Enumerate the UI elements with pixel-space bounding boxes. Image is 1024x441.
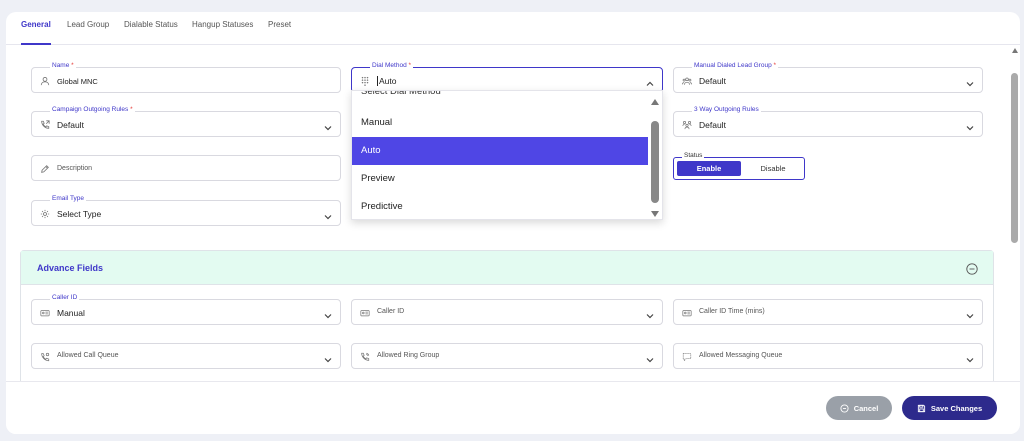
campaign-form-card: General Lead Group Dialable Status Hangu… xyxy=(6,12,1020,434)
dial-method-dropdown: Select Dial Method Manual Auto Preview P… xyxy=(351,90,663,220)
dropdown-option[interactable]: Manual xyxy=(352,109,648,137)
dial-method-value[interactable]: Auto xyxy=(377,76,397,86)
save-changes-button[interactable]: Save Changes xyxy=(902,396,997,420)
chevron-down-icon[interactable] xyxy=(965,76,975,87)
allowed-messaging-queue-placeholder: Allowed Messaging Queue xyxy=(699,352,783,359)
chevron-down-icon[interactable] xyxy=(323,120,333,131)
dropdown-option[interactable]: Preview xyxy=(352,165,648,193)
manual-lead-group-select[interactable]: Manual Dialed Lead Group * Default xyxy=(673,62,983,93)
allowed-call-queue-placeholder: Allowed Call Queue xyxy=(57,352,119,359)
allowed-ring-group-select[interactable]: Allowed Ring Group xyxy=(351,343,663,369)
dropdown-option-selected[interactable]: Auto xyxy=(352,137,648,165)
campaign-outgoing-rules-select[interactable]: Campaign Outgoing Rules * Default xyxy=(31,106,341,137)
chevron-up-icon[interactable] xyxy=(645,76,655,86)
advance-fields-title: Advance Fields xyxy=(37,263,104,273)
chevron-down-icon[interactable] xyxy=(323,352,333,363)
email-type-label: Email Type xyxy=(50,195,87,203)
status-label: Status xyxy=(682,152,705,160)
phone-outgoing-icon xyxy=(39,119,50,130)
conference-icon xyxy=(681,119,692,130)
caller-id-field[interactable]: Caller ID xyxy=(351,299,663,325)
status-disable-option[interactable]: Disable xyxy=(744,161,802,176)
caller-id-select-value: Manual xyxy=(57,308,85,318)
dropdown-scroll-down-arrow[interactable] xyxy=(651,211,659,217)
three-way-outgoing-rules-select[interactable]: 3 Way Outgoing Rules Default xyxy=(673,106,983,137)
tab-bar: General Lead Group Dialable Status Hangu… xyxy=(6,12,1020,45)
manual-lead-group-value: Default xyxy=(699,76,726,86)
dropdown-scrollbar[interactable] xyxy=(648,91,662,219)
cancel-circle-icon xyxy=(840,403,849,413)
email-type-value: Select Type xyxy=(57,209,102,219)
tab-lead-group[interactable]: Lead Group xyxy=(67,20,109,45)
group-icon xyxy=(681,75,692,86)
id-card-icon xyxy=(359,307,370,318)
chevron-down-icon[interactable] xyxy=(645,308,655,319)
chevron-down-icon[interactable] xyxy=(323,308,333,319)
tab-dialable-status[interactable]: Dialable Status xyxy=(124,20,178,45)
allowed-call-queue-select[interactable]: Allowed Call Queue xyxy=(31,343,341,369)
email-type-select[interactable]: Email Type Select Type xyxy=(31,195,341,226)
dropdown-scroll-thumb[interactable] xyxy=(651,121,659,203)
name-value: Global MNC xyxy=(57,77,98,86)
allowed-ring-group-placeholder: Allowed Ring Group xyxy=(377,352,440,359)
form-footer: Cancel Save Changes xyxy=(6,381,1020,434)
edit-note-icon xyxy=(39,163,50,174)
call-queue-icon xyxy=(39,351,50,362)
status-toggle: Status Enable Disable xyxy=(673,152,805,180)
cancel-label: Cancel xyxy=(853,403,879,413)
status-enable-option[interactable]: Enable xyxy=(677,161,741,176)
tab-preset[interactable]: Preset xyxy=(268,20,291,45)
cancel-button[interactable]: Cancel xyxy=(826,396,892,420)
page-scrollbar[interactable] xyxy=(1010,45,1020,395)
chevron-down-icon[interactable] xyxy=(965,120,975,131)
user-icon xyxy=(39,75,50,86)
dialpad-icon xyxy=(359,75,370,86)
scroll-up-arrow[interactable] xyxy=(1012,48,1018,53)
caller-id-select[interactable]: Caller ID Manual xyxy=(31,294,341,325)
settings-gear-icon xyxy=(39,208,50,219)
id-card-icon xyxy=(39,307,50,318)
message-icon xyxy=(681,351,692,362)
allowed-messaging-queue-select[interactable]: Allowed Messaging Queue xyxy=(673,343,983,369)
three-way-outgoing-rules-label: 3 Way Outgoing Rules xyxy=(692,106,761,114)
advance-fields-header[interactable]: Advance Fields xyxy=(21,251,993,285)
tab-general[interactable]: General xyxy=(21,20,51,45)
description-placeholder: Description xyxy=(57,165,93,172)
caller-id-time-placeholder: Caller ID Time (mins) xyxy=(699,308,765,315)
description-field[interactable]: Description xyxy=(31,155,341,181)
collapse-minus-icon[interactable] xyxy=(966,262,978,275)
save-changes-label: Save Changes xyxy=(930,403,983,413)
name-field[interactable]: Name * Global MNC xyxy=(31,62,341,93)
chevron-down-icon[interactable] xyxy=(965,308,975,319)
dial-method-label: Dial Method * xyxy=(370,62,414,70)
campaign-outgoing-rules-value: Default xyxy=(57,120,84,130)
caller-id-time-field[interactable]: Caller ID Time (mins) xyxy=(673,299,983,325)
chevron-down-icon[interactable] xyxy=(965,352,975,363)
manual-lead-group-label: Manual Dialed Lead Group * xyxy=(692,62,779,70)
chevron-down-icon[interactable] xyxy=(323,209,333,220)
save-disk-icon xyxy=(917,404,925,412)
dropdown-option[interactable]: Predictive xyxy=(352,193,648,219)
id-card-icon xyxy=(681,307,692,318)
scroll-thumb[interactable] xyxy=(1011,73,1018,243)
phone-ring-icon xyxy=(359,351,370,362)
campaign-outgoing-rules-label: Campaign Outgoing Rules * xyxy=(50,106,135,114)
caller-id-placeholder: Caller ID xyxy=(377,308,405,315)
caller-id-label: Caller ID xyxy=(50,294,80,302)
tab-hangup-statuses[interactable]: Hangup Statuses xyxy=(192,20,253,45)
dropdown-scroll-up-arrow[interactable] xyxy=(651,99,659,105)
three-way-outgoing-rules-value: Default xyxy=(699,120,726,130)
name-label: Name * xyxy=(50,62,76,70)
chevron-down-icon[interactable] xyxy=(645,352,655,363)
dropdown-option[interactable]: Select Dial Method xyxy=(352,91,648,106)
